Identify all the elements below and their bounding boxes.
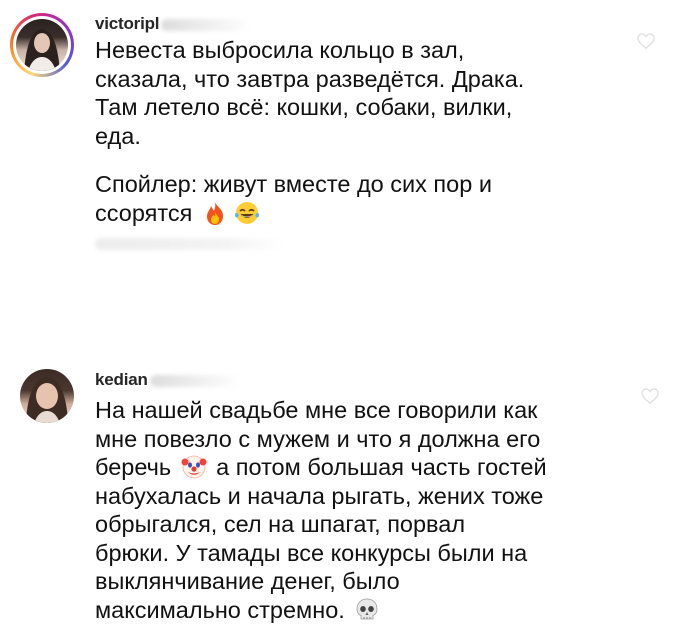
heart-icon[interactable] [636,31,656,51]
comment-username[interactable]: kedian [95,370,240,390]
username-blur [149,374,240,387]
heart-icon[interactable] [640,386,660,406]
comment-text: На нашей свадьбе мне все говорили как мн… [95,397,547,623]
skull-emoji-icon [356,598,378,619]
avatar[interactable] [16,19,68,71]
comment-meta-blurred [95,238,285,250]
comment-username[interactable]: victoripl [95,14,252,34]
tears-of-joy-emoji-icon [234,201,259,224]
avatar[interactable] [20,369,74,423]
clown-emoji-icon [181,455,207,479]
comment-text-continued: Спойлер: живут вместе до сих пор и ссоря… [95,171,492,226]
username-blur [161,18,252,31]
fire-emoji-icon [206,201,223,225]
comment-text: Невеста выбросила кольцо в зал, сказала,… [95,37,525,149]
comment-item: victoripl Невеста выбросила кольцо в зал… [0,0,700,330]
